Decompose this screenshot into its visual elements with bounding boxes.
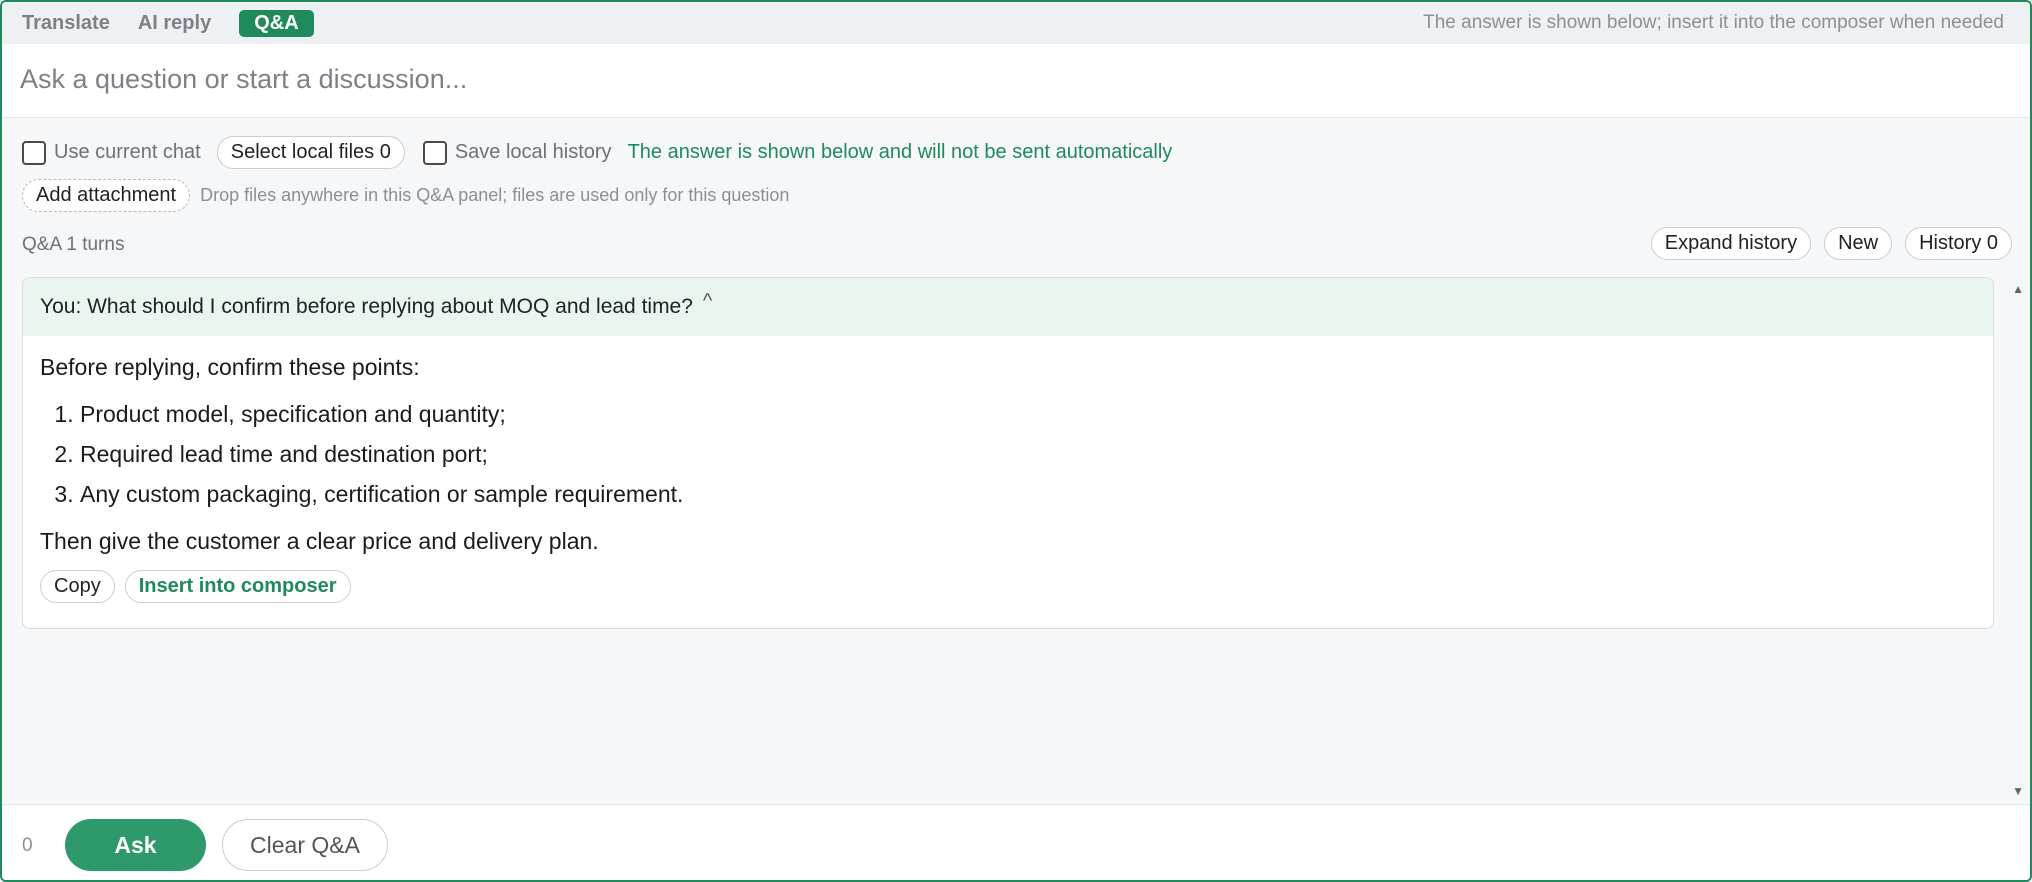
conversation-card: You: What should I confirm before replyi… — [22, 277, 1994, 629]
answer-actions: Copy Insert into composer — [40, 570, 1993, 603]
tab-hint: The answer is shown below; insert it int… — [1423, 12, 2004, 33]
use-current-chat-checkbox[interactable] — [22, 140, 46, 165]
collapse-caret-icon[interactable]: ^ — [703, 290, 712, 313]
insert-into-composer-button[interactable]: Insert into composer — [124, 570, 351, 603]
answer-body: Before replying, confirm these points: P… — [23, 336, 1993, 603]
history-button[interactable]: History 0 — [1905, 227, 2012, 260]
expand-history-button[interactable]: Expand history — [1650, 227, 1812, 260]
scroll-down-arrow-icon[interactable]: ▼ — [2012, 784, 2024, 798]
clear-qa-button[interactable]: Clear Q&A — [222, 819, 388, 871]
use-current-chat-label[interactable]: Use current chat — [54, 141, 201, 164]
qa-panel: Translate AI reply Q&A The answer is sho… — [0, 0, 2032, 882]
save-local-history-checkbox[interactable] — [422, 140, 447, 165]
history-controls: Expand history New History 0 — [1638, 227, 2012, 260]
question-input[interactable] — [20, 54, 2000, 104]
answer-list: Product model, specification and quantit… — [80, 394, 1993, 514]
list-item: Product model, specification and quantit… — [80, 394, 1993, 434]
select-local-files-button[interactable]: Select local files 0 — [216, 136, 405, 169]
answer-intro: Before replying, confirm these points: — [40, 354, 420, 380]
copy-button[interactable]: Copy — [40, 570, 115, 603]
auto-send-note: The answer is shown below and will not b… — [627, 141, 1173, 163]
new-button[interactable]: New — [1824, 227, 1893, 260]
list-item: Any custom packaging, certification or s… — [80, 474, 1993, 514]
question-header: You: What should I confirm before replyi… — [23, 278, 1993, 336]
add-attachment-button[interactable]: Add attachment — [22, 179, 191, 212]
question-area — [2, 44, 2030, 118]
answer-outro: Then give the customer a clear price and… — [40, 528, 599, 554]
footer: 0 Ask Clear Q&A — [2, 804, 2030, 880]
attachment-row: Add attachment Drop files anywhere in th… — [22, 179, 789, 212]
scroll-up-arrow-icon[interactable]: ▲ — [2012, 282, 2024, 296]
turns-count: Q&A 1 turns — [22, 234, 125, 255]
panel-body: Use current chat Select local files 0 Sa… — [2, 118, 2030, 804]
drop-hint: Drop files anywhere in this Q&A panel; f… — [200, 185, 790, 205]
list-item: Required lead time and destination port; — [80, 434, 1993, 474]
ask-button[interactable]: Ask — [65, 819, 206, 871]
save-local-history-label[interactable]: Save local history — [455, 141, 612, 164]
char-count: 0 — [22, 835, 33, 856]
question-text: You: What should I confirm before replyi… — [40, 295, 693, 318]
options-row: Use current chat Select local files 0 Sa… — [22, 136, 1172, 169]
tab-translate[interactable]: Translate — [22, 12, 110, 35]
tab-qa[interactable]: Q&A — [239, 9, 314, 37]
tab-bar: Translate AI reply Q&A The answer is sho… — [2, 2, 2030, 44]
tab-ai-reply[interactable]: AI reply — [138, 12, 211, 35]
